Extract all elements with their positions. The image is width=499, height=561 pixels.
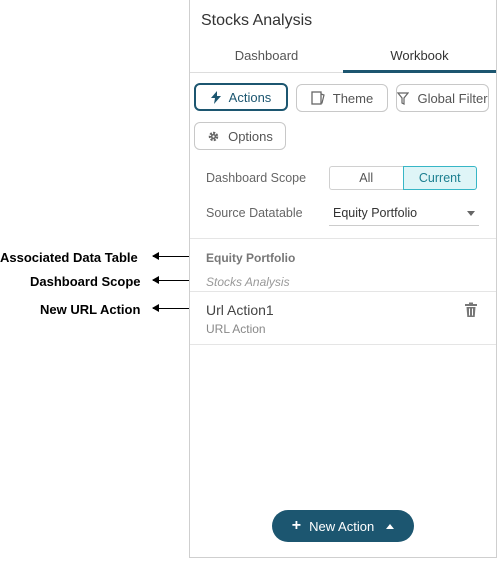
dashboard-scope-toggle: All Current	[329, 166, 477, 190]
source-datatable-label: Source Datatable	[206, 206, 303, 220]
chevron-up-icon	[386, 523, 395, 529]
scope-current-option[interactable]: Current	[402, 166, 477, 190]
gear-icon	[207, 130, 220, 143]
actions-panel: Stocks Analysis Dashboard Workbook Actio…	[189, 0, 497, 558]
callout-label: Associated Data Table	[0, 249, 138, 265]
section-divider	[190, 344, 496, 345]
global-filter-button[interactable]: Global Filter	[396, 84, 489, 112]
options-button[interactable]: Options	[194, 122, 286, 150]
callout-associated-data-table: Associated Data Table	[0, 248, 205, 266]
plus-icon: +	[291, 517, 302, 534]
dashboard-scope-label: Dashboard Scope	[206, 171, 307, 185]
filter-icon	[397, 91, 410, 105]
action-list-item[interactable]: Url Action1 URL Action	[190, 292, 496, 344]
tab-bar: Dashboard Workbook	[190, 44, 496, 73]
callout-dashboard-scope: Dashboard Scope	[0, 272, 205, 290]
actions-button-label: Actions	[228, 89, 272, 105]
dashboard-scope-name: Stocks Analysis	[206, 275, 290, 289]
theme-icon	[311, 91, 325, 105]
lightning-icon	[210, 90, 221, 104]
theme-button-label: Theme	[332, 90, 374, 106]
source-datatable-select[interactable]: Equity Portfolio	[329, 202, 479, 226]
tab-dashboard[interactable]: Dashboard	[190, 44, 343, 70]
associated-data-table: Equity Portfolio	[206, 251, 296, 265]
new-action-label: New Action	[309, 518, 375, 534]
source-datatable-value: Equity Portfolio	[333, 206, 418, 220]
callout-new-url-action: New URL Action	[0, 300, 205, 318]
theme-button[interactable]: Theme	[296, 84, 388, 112]
new-action-button[interactable]: + New Action	[272, 510, 414, 542]
options-button-label: Options	[228, 128, 273, 144]
callout-label: New URL Action	[40, 301, 141, 317]
section-divider	[190, 238, 496, 239]
trash-icon[interactable]	[464, 302, 478, 318]
actions-button[interactable]: Actions	[194, 83, 288, 111]
chevron-down-icon	[467, 211, 475, 216]
panel-title: Stocks Analysis	[201, 12, 313, 29]
tab-workbook[interactable]: Workbook	[343, 44, 496, 73]
action-type: URL Action	[206, 322, 266, 336]
action-name: Url Action1	[206, 302, 274, 318]
scope-all-option[interactable]: All	[329, 166, 403, 190]
callout-label: Dashboard Scope	[30, 273, 141, 289]
global-filter-button-label: Global Filter	[417, 90, 488, 106]
